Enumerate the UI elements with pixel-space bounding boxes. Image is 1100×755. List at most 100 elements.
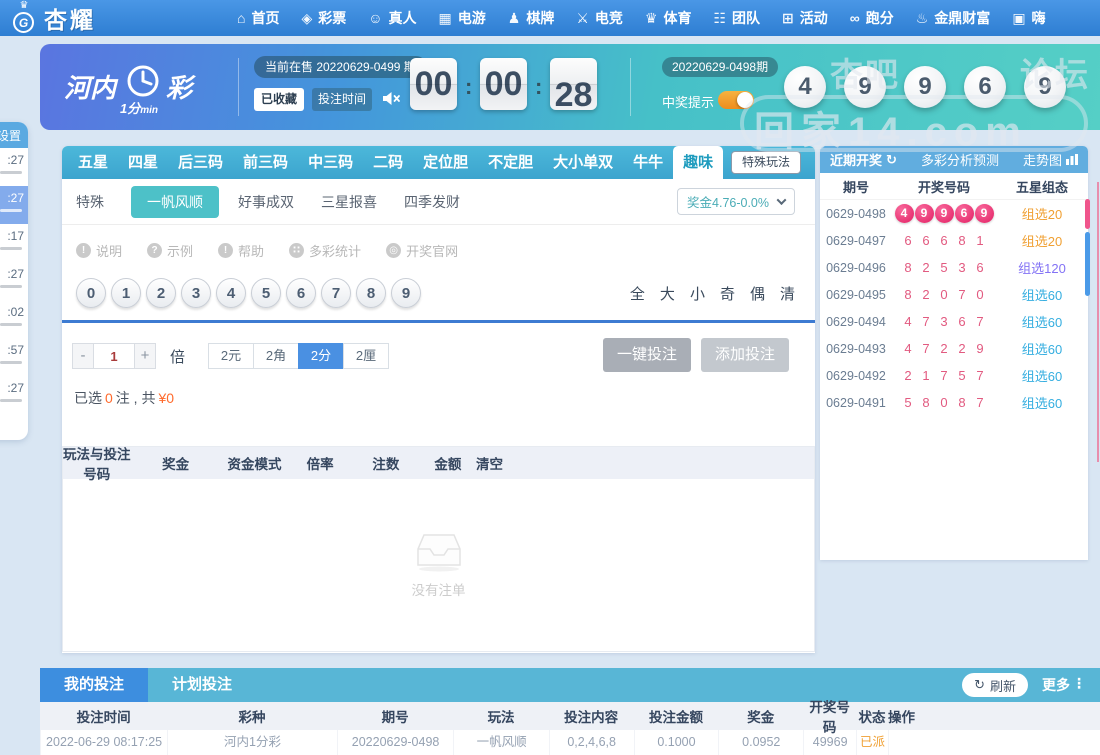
bonus-dropdown[interactable]: 奖金4.76-0.0% [677,188,795,215]
sub-play-tab[interactable]: 四季发财 [404,192,460,212]
play-tab[interactable]: 前三码 [233,146,298,179]
number-ball[interactable]: 6 [286,278,316,308]
nav-item[interactable]: ◈ 彩票 [290,8,357,28]
nav-item[interactable]: ♨ 金鼎财富 [905,8,1002,28]
nav-item[interactable]: ♛ 体育 [634,8,703,28]
play-tab[interactable]: 大小单双 [543,146,623,179]
number-ball[interactable]: 7 [321,278,351,308]
play-tab[interactable]: 牛牛 [623,146,673,179]
refresh-button[interactable]: ↻ 刷新 [962,673,1028,697]
number-ball[interactable]: 2 [146,278,176,308]
number-ball[interactable]: 5 [251,278,281,308]
info-link-label: 帮助 [238,243,265,259]
selected-amount: ¥0 [158,390,175,406]
play-tab[interactable]: 五星 [68,146,118,179]
quick-pick[interactable]: 全 [630,283,645,304]
number-ball[interactable]: 0 [76,278,106,308]
tab-recent-draws[interactable]: 近期开奖 ↻ [830,150,897,169]
unit-option[interactable]: 2分 [298,343,345,369]
nav-item[interactable]: ∞ 跑分 [839,8,905,28]
play-tab[interactable]: 定位胆 [413,146,478,179]
sidebar-lottery-item[interactable]: :17 [0,224,28,262]
sidebar-lottery-item[interactable]: :02 [0,300,28,338]
favorite-button[interactable]: 已收藏 [254,88,304,111]
sidebar-lottery-item[interactable]: :27 [0,148,28,186]
sidebar-title[interactable]: 设置 [0,122,28,148]
nav-item-icon: ◈ [301,9,313,26]
info-link[interactable]: ? 示例 [147,241,193,260]
one-key-bet-button[interactable]: 一键投注 [603,338,691,372]
bet-slip-empty: 没有注单 [63,479,814,651]
combo-type[interactable]: 组选60 [996,312,1088,331]
special-play-button[interactable]: 特殊玩法 [730,151,801,174]
bets-tab[interactable]: 计划投注 [148,668,256,702]
nav-item[interactable]: ♟ 棋牌 [497,8,566,28]
number-ball[interactable]: 3 [181,278,211,308]
tab-trend[interactable]: 走势图 [1023,150,1078,169]
quick-pick[interactable]: 奇 [720,283,735,304]
add-bet-button[interactable]: 添加投注 [701,338,789,372]
combo-type[interactable]: 组选60 [996,285,1088,304]
number-ball[interactable]: 8 [356,278,386,308]
multiplier-plus-button[interactable]: + [134,343,156,369]
info-link[interactable]: ! 帮助 [218,241,264,260]
number-ball[interactable]: 4 [216,278,246,308]
unit-option[interactable]: 2角 [253,343,300,369]
refresh-icon[interactable]: ↻ [886,152,897,168]
more-dots-icon: ⋮ [1072,675,1086,691]
multiplier-input[interactable]: 1 [94,343,134,369]
sub-play-tab[interactable]: 一帆风顺 [131,185,219,218]
nav-item[interactable]: ⌂ 首页 [226,8,290,28]
info-link[interactable]: ◎ 开奖官网 [386,241,458,260]
nav-item[interactable]: ⚔ 电竞 [565,8,634,28]
play-tab[interactable]: 中三码 [298,146,363,179]
sidebar-lottery-item[interactable]: :27 [0,262,28,300]
quick-pick[interactable]: 小 [690,283,705,304]
multiplier-minus-button[interactable]: - [72,343,94,369]
bets-tab[interactable]: 我的投注 [40,668,148,702]
play-tab[interactable]: 四星 [118,146,168,179]
number-ball[interactable]: 9 [391,278,421,308]
scrollbar-thumb-pink[interactable] [1085,199,1090,229]
quick-pick[interactable]: 偶 [750,283,765,304]
more-button[interactable]: 更多 ⋮ [1042,675,1086,695]
play-tab[interactable]: 后三码 [168,146,233,179]
play-tab[interactable]: 趣味 [673,146,724,179]
combo-type[interactable]: 组选120 [996,258,1088,277]
scrollbar-thumb-blue[interactable] [1085,232,1090,296]
brand-logo[interactable]: ♛ G 杏耀 [10,0,220,35]
nav-item[interactable]: ▣ 嗨 [1001,8,1056,28]
sidebar-lottery-item[interactable]: :27 [0,376,28,414]
sidebar-lottery-item[interactable]: :57 [0,338,28,376]
draw-period: 0629-0495 [826,287,886,302]
nav-item[interactable]: ☷ 团队 [702,8,771,28]
quick-pick[interactable]: 清 [780,283,795,304]
quick-pick[interactable]: 大 [660,283,675,304]
sub-play-tab[interactable]: 好事成双 [238,192,294,212]
combo-type[interactable]: 组选20 [996,231,1088,250]
sub-play-tab[interactable]: 特殊 [76,192,104,212]
nav-item[interactable]: ☺ 真人 [357,8,427,28]
mute-icon[interactable] [382,91,401,111]
nav-item[interactable]: ▦ 电游 [428,8,497,28]
play-tab[interactable]: 二码 [363,146,413,179]
unit-option[interactable]: 2厘 [343,343,390,369]
refresh-icon: ↻ [974,677,985,692]
nav-item[interactable]: ⊞ 活动 [771,8,839,28]
sidebar-lottery-item[interactable]: :27 [0,186,28,224]
info-link[interactable]: ! 说明 [76,241,122,260]
win-tip-toggle[interactable] [718,91,754,109]
bet-time-button[interactable]: 投注时间 [312,88,372,111]
sub-play-tab[interactable]: 三星报喜 [321,192,377,212]
combo-type[interactable]: 组选20 [996,204,1088,223]
number-ball[interactable]: 1 [111,278,141,308]
combo-type[interactable]: 组选60 [996,366,1088,385]
combo-type[interactable]: 组选60 [996,339,1088,358]
info-link[interactable]: ∷ 多彩统计 [289,241,361,260]
unit-option[interactable]: 2元 [208,343,255,369]
combo-type[interactable]: 组选60 [996,393,1088,412]
play-tab[interactable]: 不定胆 [478,146,543,179]
tab-analysis[interactable]: 多彩分析预测 [921,150,999,169]
lottery-header: 河内 彩 1分min 当前在售 20220629-0499 期 已收藏 投注时间… [40,44,1100,130]
sidebar-item-progress [0,171,22,174]
